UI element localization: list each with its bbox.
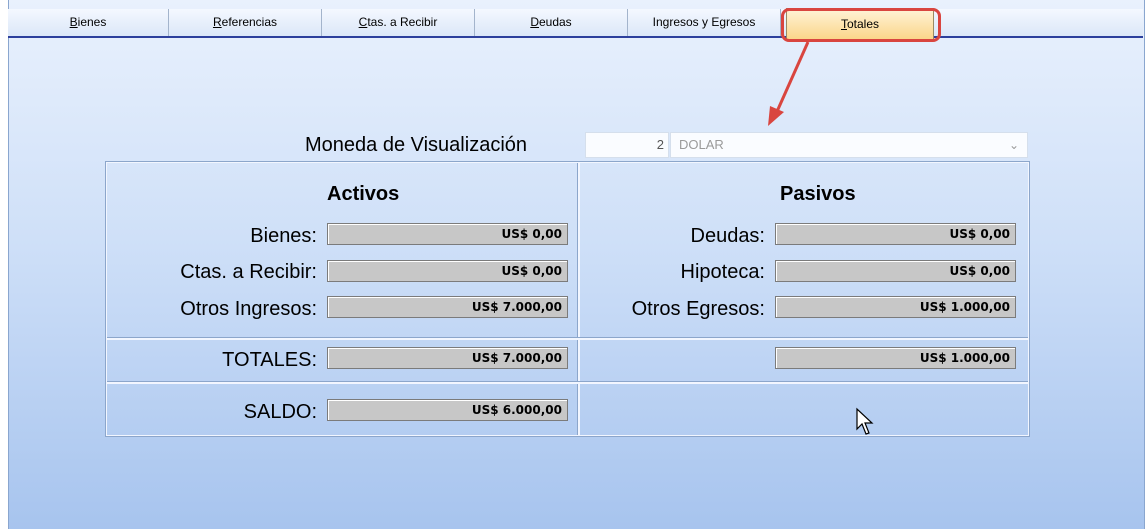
tab-deudas-label: eudas [538,15,572,29]
tab-referencias-mnemonic: R [212,15,222,29]
hipoteca-label: Hipoteca: [680,261,766,283]
annotation-highlight-box [781,8,941,42]
deudas-value-field[interactable]: US$ 0,00 [775,223,1016,245]
tab-referencias[interactable]: Referencias [169,9,322,36]
ctas-recibir-label: Ctas. a Recibir: [180,261,317,283]
tab-bar: Bienes Referencias Ctas. a Recibir Deuda… [8,8,1143,39]
ctas-recibir-value-field[interactable]: US$ 0,00 [327,260,568,282]
hipoteca-value-field[interactable]: US$ 0,00 [775,260,1016,282]
deudas-label: Deudas: [690,225,766,247]
totales-activos-field[interactable]: US$ 7.000,00 [327,347,568,369]
tab-ingresos-label: Ingresos y Egresos [652,15,756,29]
otros-egresos-label: Otros Egresos: [631,298,765,320]
otros-egresos-value-field[interactable]: US$ 1.000,00 [775,296,1016,318]
totales-label: TOTALES: [222,349,317,371]
tab-ctas-label: tas. a Recibir [367,15,438,29]
tab-bienes-mnemonic: B [69,15,78,29]
pasivos-title: Pasivos [780,183,856,205]
moneda-select[interactable]: DOLAR ⌄ [670,132,1028,158]
otros-ingresos-value-field[interactable]: US$ 7.000,00 [327,296,568,318]
saldo-label: SALDO: [243,401,317,423]
mouse-pointer-icon [856,407,874,435]
tab-bienes[interactable]: Bienes [8,9,169,36]
tab-bienes-label: ienes [77,15,107,29]
tab-ctas-mnemonic: C [358,15,368,29]
moneda-code-field[interactable]: 2 [585,132,669,158]
tab-referencias-label: eferencias [221,15,278,29]
saldo-value-field[interactable]: US$ 6.000,00 [327,399,568,421]
chevron-down-icon: ⌄ [1008,138,1019,152]
bienes-label: Bienes: [250,225,317,247]
moneda-select-value: DOLAR [679,137,724,152]
totales-pasivos-field[interactable]: US$ 1.000,00 [775,347,1016,369]
tab-deudas-mnemonic: D [530,15,539,29]
annotation-arrow-icon [768,41,810,126]
tab-ingresos-egresos[interactable]: Ingresos y Egresos [628,9,781,36]
activos-title: Activos [327,183,400,205]
otros-ingresos-label: Otros Ingresos: [180,298,317,320]
bienes-value-field[interactable]: US$ 0,00 [327,223,568,245]
moneda-label: Moneda de Visualización [305,134,528,156]
panel-divider-totales [107,337,1028,340]
tab-ctas-recibir[interactable]: Ctas. a Recibir [322,9,475,36]
panel-divider-vertical [577,163,580,435]
tab-deudas[interactable]: Deudas [475,9,628,36]
panel-divider-saldo [107,381,1028,384]
